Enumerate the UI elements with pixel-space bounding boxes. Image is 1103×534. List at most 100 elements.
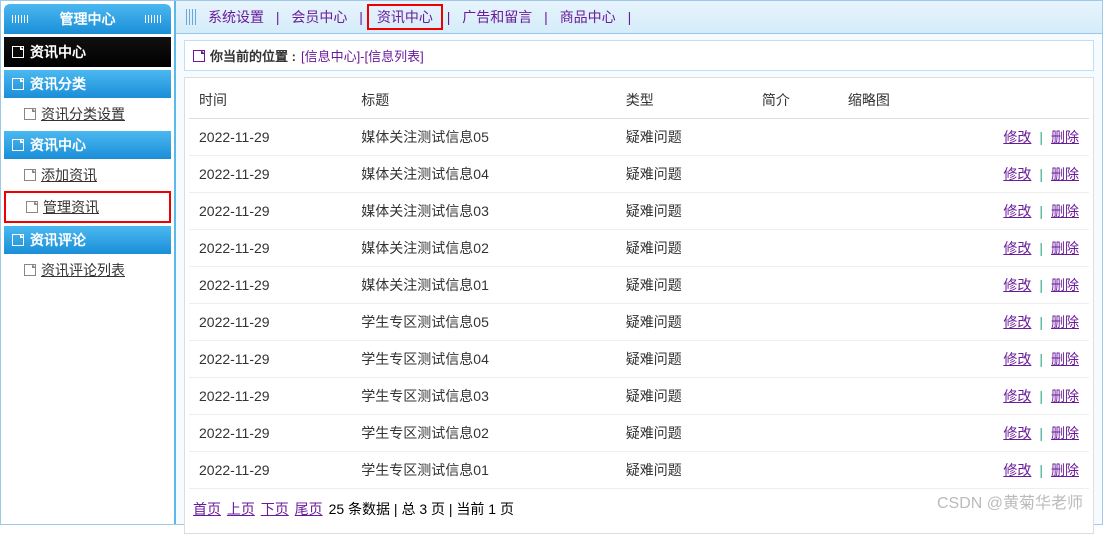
breadcrumb: 你当前的位置 : [信息中心]-[信息列表] [184, 40, 1094, 71]
sidebar-item-link[interactable]: 添加资讯 [41, 165, 97, 185]
cell-actions: 修改|删除 [949, 452, 1089, 489]
delete-link[interactable]: 删除 [1051, 462, 1079, 478]
pager-next[interactable]: 下页 [261, 501, 289, 517]
cell-actions: 修改|删除 [949, 119, 1089, 156]
topnav-separator: | [540, 9, 551, 25]
doc-icon [12, 46, 24, 58]
delete-link[interactable]: 删除 [1051, 425, 1079, 441]
topnav-item[interactable]: 资讯中心 [367, 4, 443, 30]
sidebar-item-link[interactable]: 资讯评论列表 [41, 260, 125, 280]
doc-icon [12, 139, 24, 151]
action-separator: | [1031, 462, 1051, 478]
edit-link[interactable]: 修改 [1003, 462, 1031, 478]
sidebar-category-title: 资讯分类 [4, 70, 171, 98]
sidebar-category-label: 资讯评论 [30, 230, 86, 250]
action-separator: | [1031, 388, 1051, 404]
cell-thumb [838, 378, 949, 415]
delete-link[interactable]: 删除 [1051, 351, 1079, 367]
sidebar-category-title: 资讯评论 [4, 226, 171, 254]
pager-prev[interactable]: 上页 [227, 501, 255, 517]
cell-thumb [838, 156, 949, 193]
cell-type: 疑难问题 [616, 304, 752, 341]
table-row: 2022-11-29媒体关注测试信息03疑难问题修改|删除 [189, 193, 1089, 230]
sidebar-item[interactable]: 资讯评论列表 [4, 256, 171, 284]
cell-title: 媒体关注测试信息02 [351, 230, 615, 267]
col-intro: 简介 [752, 82, 838, 119]
edit-link[interactable]: 修改 [1003, 240, 1031, 256]
delete-link[interactable]: 删除 [1051, 203, 1079, 219]
cell-time: 2022-11-29 [189, 267, 351, 304]
doc-icon [24, 264, 36, 276]
table-row: 2022-11-29学生专区测试信息04疑难问题修改|删除 [189, 341, 1089, 378]
cell-intro [752, 267, 838, 304]
col-time: 时间 [189, 82, 351, 119]
cell-type: 疑难问题 [616, 230, 752, 267]
action-separator: | [1031, 277, 1051, 293]
sidebar-item-link[interactable]: 管理资讯 [43, 197, 99, 217]
sidebar-item[interactable]: 资讯分类设置 [4, 100, 171, 128]
cell-actions: 修改|删除 [949, 156, 1089, 193]
sidebar-item[interactable]: 管理资讯 [4, 191, 171, 223]
edit-link[interactable]: 修改 [1003, 277, 1031, 293]
cell-intro [752, 341, 838, 378]
cell-type: 疑难问题 [616, 378, 752, 415]
cell-time: 2022-11-29 [189, 119, 351, 156]
sidebar-group-label: 资讯中心 [30, 42, 86, 62]
action-separator: | [1031, 351, 1051, 367]
topnav-item[interactable]: 系统设置 [200, 7, 272, 27]
topnav-separator: | [355, 9, 366, 25]
nav-decoration-icon [186, 9, 196, 25]
doc-icon [12, 78, 24, 90]
cell-time: 2022-11-29 [189, 304, 351, 341]
col-actions [949, 82, 1089, 119]
edit-link[interactable]: 修改 [1003, 351, 1031, 367]
cell-title: 媒体关注测试信息03 [351, 193, 615, 230]
cell-type: 疑难问题 [616, 267, 752, 304]
pager-last[interactable]: 尾页 [295, 501, 323, 517]
delete-link[interactable]: 删除 [1051, 277, 1079, 293]
cell-actions: 修改|删除 [949, 304, 1089, 341]
pager-summary: 25 条数据 | 总 3 页 | 当前 1 页 [329, 501, 514, 517]
delete-link[interactable]: 删除 [1051, 166, 1079, 182]
table-row: 2022-11-29学生专区测试信息02疑难问题修改|删除 [189, 415, 1089, 452]
edit-link[interactable]: 修改 [1003, 425, 1031, 441]
doc-icon [24, 108, 36, 120]
action-separator: | [1031, 425, 1051, 441]
cell-time: 2022-11-29 [189, 415, 351, 452]
cell-type: 疑难问题 [616, 452, 752, 489]
pager-first[interactable]: 首页 [193, 501, 221, 517]
topnav-item[interactable]: 会员中心 [283, 7, 355, 27]
doc-icon [24, 169, 36, 181]
action-separator: | [1031, 203, 1051, 219]
edit-link[interactable]: 修改 [1003, 388, 1031, 404]
cell-title: 媒体关注测试信息01 [351, 267, 615, 304]
cell-intro [752, 193, 838, 230]
table-row: 2022-11-29学生专区测试信息05疑难问题修改|删除 [189, 304, 1089, 341]
sidebar-item[interactable]: 添加资讯 [4, 161, 171, 189]
action-separator: | [1031, 240, 1051, 256]
edit-link[interactable]: 修改 [1003, 166, 1031, 182]
cell-actions: 修改|删除 [949, 415, 1089, 452]
topnav-separator: | [624, 9, 632, 25]
topnav-item[interactable]: 商品中心 [552, 7, 624, 27]
pager: 首页 上页 下页 尾页 25 条数据 | 总 3 页 | 当前 1 页 [189, 489, 1089, 529]
cell-actions: 修改|删除 [949, 193, 1089, 230]
delete-link[interactable]: 删除 [1051, 240, 1079, 256]
cell-actions: 修改|删除 [949, 378, 1089, 415]
sidebar-header: 管理中心 [4, 4, 171, 34]
topnav-item[interactable]: 广告和留言 [454, 7, 540, 27]
main-area: 系统设置 | 会员中心 | 资讯中心 | 广告和留言 | 商品中心 | 你当前的… [176, 1, 1102, 524]
cell-time: 2022-11-29 [189, 193, 351, 230]
cell-intro [752, 156, 838, 193]
edit-link[interactable]: 修改 [1003, 314, 1031, 330]
delete-link[interactable]: 删除 [1051, 314, 1079, 330]
sidebar-item-link[interactable]: 资讯分类设置 [41, 104, 125, 124]
cell-intro [752, 378, 838, 415]
action-separator: | [1031, 129, 1051, 145]
delete-link[interactable]: 删除 [1051, 388, 1079, 404]
edit-link[interactable]: 修改 [1003, 203, 1031, 219]
cell-type: 疑难问题 [616, 341, 752, 378]
delete-link[interactable]: 删除 [1051, 129, 1079, 145]
cell-type: 疑难问题 [616, 415, 752, 452]
edit-link[interactable]: 修改 [1003, 129, 1031, 145]
